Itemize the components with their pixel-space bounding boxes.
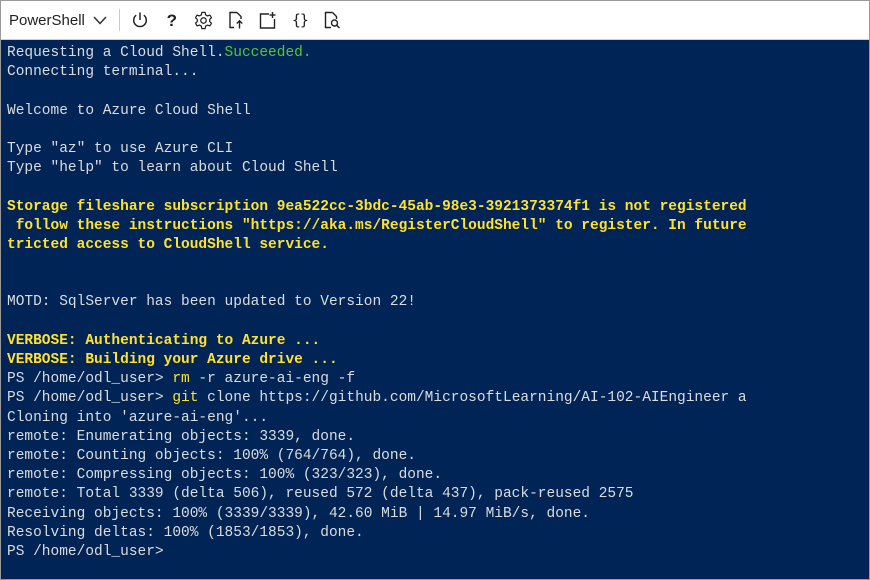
motd-line: MOTD: SqlServer has been updated to Vers… xyxy=(7,294,416,311)
web-preview-icon xyxy=(323,10,341,30)
terminal-line: Welcome to Azure Cloud Shell xyxy=(7,102,251,119)
help-button[interactable]: ? xyxy=(160,8,184,32)
active-prompt-line[interactable]: PS /home/odl_user> xyxy=(7,543,869,562)
terminal-line: remote: Compressing objects: 100% (323/3… xyxy=(7,467,443,484)
terminal-line: Receiving objects: 100% (3339/3339), 42.… xyxy=(7,505,590,522)
command-name: rm xyxy=(172,371,190,388)
cloud-shell-window: PowerShell ? {} Requesting a Cloud Shell… xyxy=(0,0,870,580)
warning-line: tricted access to CloudShell service. xyxy=(7,236,329,253)
command-args: -r azure-ai-eng -f xyxy=(189,371,356,388)
gear-icon xyxy=(194,11,213,30)
shell-type-selector[interactable]: PowerShell xyxy=(5,6,113,35)
terminal-text: Requesting a Cloud Shell. xyxy=(7,45,225,61)
help-icon: ? xyxy=(166,10,178,30)
terminal-line: remote: Counting objects: 100% (764/764)… xyxy=(7,447,416,464)
upload-download-icon xyxy=(227,10,245,30)
braces-icon: {} xyxy=(291,11,309,29)
warning-line: follow these instructions "https://aka.m… xyxy=(7,217,747,234)
terminal-line: Type "az" to use Azure CLI xyxy=(7,140,234,157)
restart-button[interactable] xyxy=(128,8,152,32)
terminal-line: Type "help" to learn about Cloud Shell xyxy=(7,160,338,177)
shell-type-label: PowerShell xyxy=(9,11,85,29)
new-session-icon xyxy=(258,11,277,30)
verbose-line: VERBOSE: Building your Azure drive ... xyxy=(7,352,338,368)
settings-button[interactable] xyxy=(192,8,216,32)
open-editor-button[interactable]: {} xyxy=(288,8,312,32)
toolbar-divider xyxy=(118,9,120,31)
prompt-text: PS /home/odl_user> xyxy=(7,390,173,407)
terminal-line: Requesting a Cloud Shell.Succeeded. xyxy=(7,44,869,63)
warning-line: Storage fileshare subscription 9ea522cc-… xyxy=(7,198,747,215)
terminal-line: Connecting terminal... xyxy=(7,64,199,81)
command-line: PS /home/odl_user> git clone https://git… xyxy=(7,389,869,408)
terminal-line: Cloning into 'azure-ai-eng'... xyxy=(7,409,269,426)
web-preview-button[interactable] xyxy=(320,8,344,32)
success-text: Succeeded. xyxy=(224,45,312,61)
terminal-output[interactable]: Requesting a Cloud Shell.Succeeded. Conn… xyxy=(1,40,869,579)
terminal-line: Resolving deltas: 100% (1853/1853), done… xyxy=(7,524,364,541)
new-session-button[interactable] xyxy=(256,8,280,32)
cloud-shell-toolbar: PowerShell ? {} xyxy=(1,1,869,40)
verbose-line: VERBOSE: Authenticating to Azure ... xyxy=(7,332,321,349)
command-line: PS /home/odl_user> rm -r azure-ai-eng -f xyxy=(7,370,869,389)
chevron-down-icon xyxy=(93,15,107,25)
prompt-text: PS /home/odl_user> xyxy=(7,371,173,388)
terminal-cursor xyxy=(172,543,180,559)
terminal-line: remote: Total 3339 (delta 506), reused 5… xyxy=(7,486,634,503)
terminal-line: remote: Enumerating objects: 3339, done. xyxy=(7,428,356,445)
command-args: clone https://github.com/MicrosoftLearni… xyxy=(198,390,747,407)
command-name: git xyxy=(172,390,199,407)
power-icon xyxy=(131,11,149,29)
upload-download-button[interactable] xyxy=(224,8,248,32)
prompt-text: PS /home/odl_user> xyxy=(7,543,173,560)
